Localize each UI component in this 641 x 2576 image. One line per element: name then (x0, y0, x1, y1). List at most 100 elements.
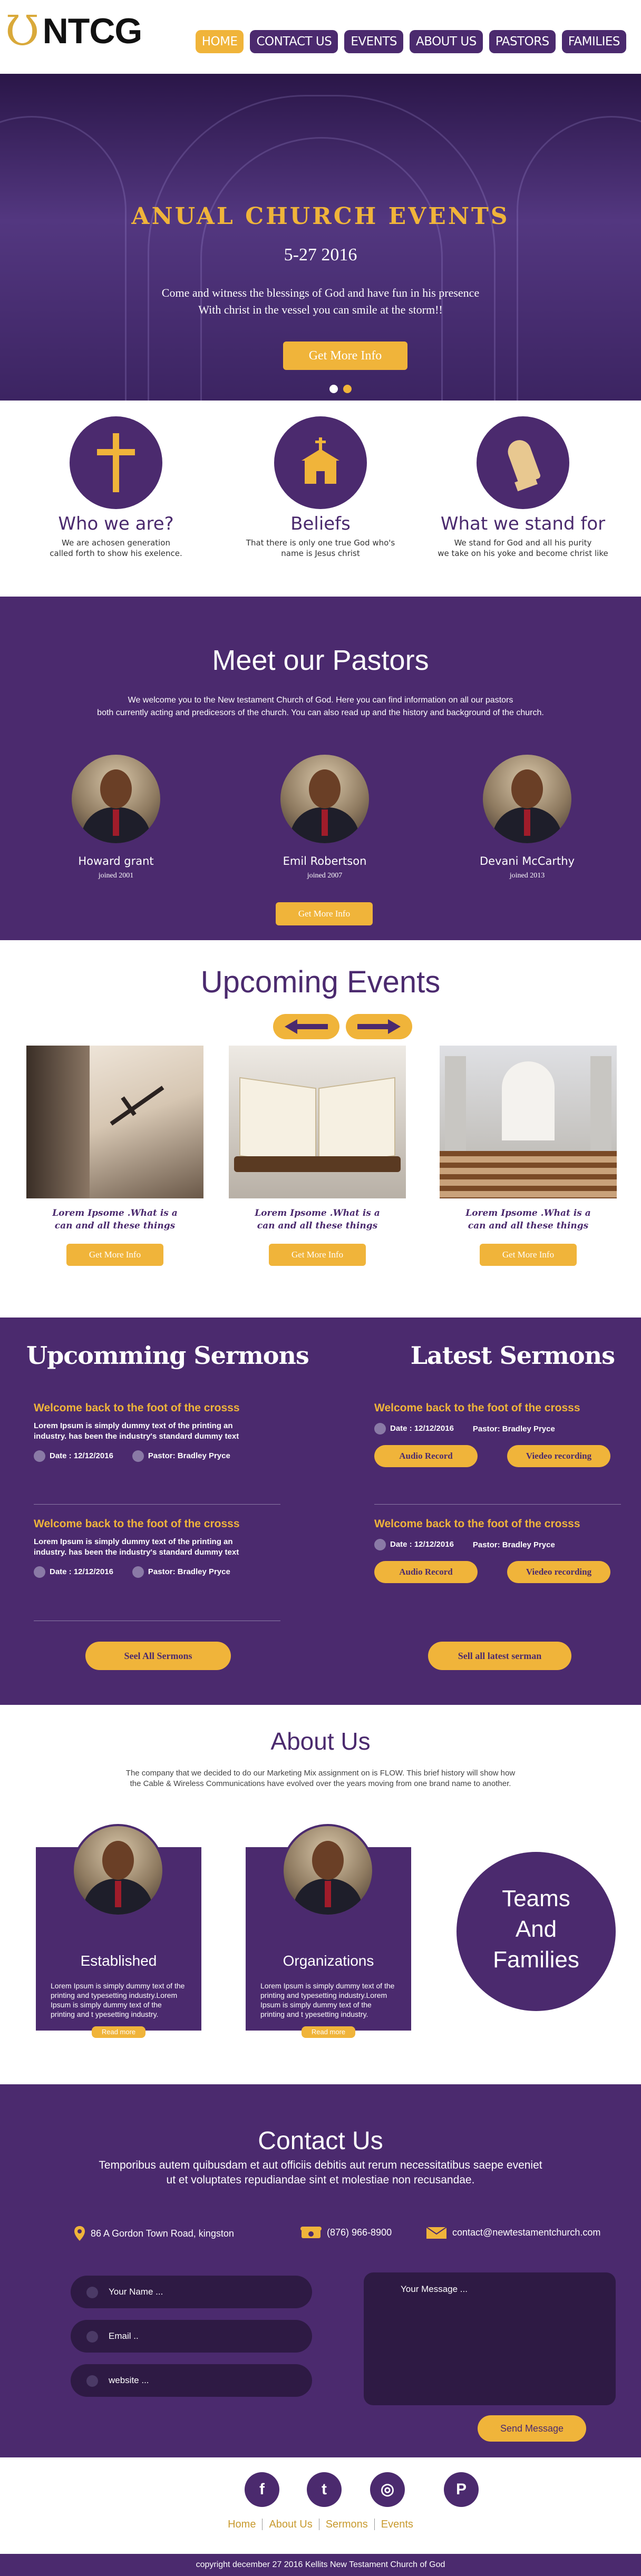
about-card-title: Organizations (283, 1953, 374, 1969)
site-logo[interactable]: Ʊ NTCG (5, 11, 142, 52)
arrow-left-icon (285, 1019, 328, 1034)
slider-dot-active[interactable] (343, 385, 352, 393)
read-more-button[interactable]: Read more (302, 2026, 355, 2038)
pastor-joined: joined 2001 (98, 872, 134, 880)
event-card: Lorem Ipsome .What is a can and all these… (440, 1046, 617, 1266)
contact-section: Contact Us Temporibus autem quibusdam et… (0, 2084, 641, 2457)
event-get-info-button[interactable]: Get More Info (269, 1244, 366, 1266)
slider-dot[interactable] (329, 385, 338, 393)
pastor-photo (72, 755, 160, 843)
next-arrow-button[interactable] (346, 1014, 412, 1039)
send-message-button[interactable]: Send Message (478, 2415, 586, 2442)
footer-link-sermons[interactable]: Sermons (318, 2519, 374, 2530)
nav-families[interactable]: FAMILIES (561, 30, 626, 53)
facebook-icon[interactable]: f (245, 2472, 279, 2507)
instagram-icon[interactable]: ◎ (370, 2472, 405, 2507)
video-recording-button[interactable]: Viedeo recording (507, 1561, 610, 1583)
pastor-name: Emil Robertson (283, 855, 367, 867)
audio-record-button[interactable]: Audio Record (374, 1445, 478, 1467)
sermon-title[interactable]: Welcome back to the foot of the crosss (374, 1518, 622, 1530)
email-field[interactable]: Email .. (71, 2320, 312, 2353)
sermon-pastor: Pastor: Bradley Pryce (472, 1424, 555, 1433)
church-icon (274, 416, 367, 509)
nav-contact-us[interactable]: CONTACT US (250, 30, 338, 53)
envelope-icon (86, 2330, 98, 2343)
divider (374, 1504, 621, 1505)
upcoming-sermon: Welcome back to the foot of the crosss L… (34, 1518, 281, 1578)
about-card-established: Established Lorem Ipsum is simply dummy … (36, 1824, 201, 2038)
pastor-joined: joined 2013 (509, 872, 545, 880)
video-recording-button[interactable]: Viedeo recording (507, 1445, 610, 1467)
footer-link-about[interactable]: About Us (262, 2519, 319, 2530)
globe-icon (34, 1566, 45, 1578)
contact-intro: Temporibus autem quibusdam et aut offici… (99, 2159, 542, 2186)
sermon-date: Date : 12/12/2016 (50, 1451, 113, 1460)
features-section: Who we are? We are achosen generation cal… (0, 401, 641, 597)
about-card-text: Lorem Ipsum is simply dummy text of the … (51, 1982, 185, 2018)
person-icon (132, 1450, 144, 1462)
event-get-info-button[interactable]: Get More Info (480, 1244, 577, 1266)
sermon-date: Date : 12/12/2016 (390, 1423, 454, 1433)
pastor-card: Howard grant joined 2001 (58, 755, 174, 880)
site-header: Ʊ NTCG HOME CONTACT US EVENTS ABOUT US P… (0, 0, 641, 74)
pastor-name: Howard grant (78, 855, 154, 867)
event-image-crucifix[interactable] (26, 1046, 203, 1198)
event-image-sanctuary[interactable] (440, 1046, 617, 1198)
event-title: Lorem Ipsome .What is a can and all these… (465, 1208, 591, 1231)
pastors-section: Meet our Pastors We welcome you to the N… (0, 597, 641, 940)
pinterest-icon[interactable]: P (444, 2472, 479, 2507)
nav-events[interactable]: EVENTS (344, 30, 403, 53)
about-card-title: Established (80, 1953, 157, 1969)
hero-get-info-button[interactable]: Get More Info (283, 341, 407, 370)
pastor-name: Devani McCarthy (479, 855, 575, 867)
prev-arrow-button[interactable] (273, 1014, 339, 1039)
feature-title: Who we are? (58, 513, 174, 534)
contact-email[interactable]: contact@newtestamentchurch.com (426, 2226, 600, 2239)
sermon-title[interactable]: Welcome back to the foot of the crosss (34, 1402, 281, 1414)
about-photo (72, 1824, 164, 1917)
footer-link-home[interactable]: Home (221, 2519, 262, 2530)
divider (34, 1504, 280, 1505)
nav-about-us[interactable]: ABOUT US (409, 30, 483, 53)
hero-line: Come and witness the blessings of God an… (161, 286, 480, 299)
sermon-date: Date : 12/12/2016 (390, 1539, 454, 1549)
upcoming-sermons-title: Upcomming Sermons (26, 1341, 309, 1370)
logo-text: NTCG (42, 11, 143, 51)
footer-link-events[interactable]: Events (374, 2519, 420, 2530)
feature-text: We are achosen generation called forth to… (50, 538, 182, 558)
event-card: Lorem Ipsome .What is a can and all these… (229, 1046, 406, 1266)
see-all-sermons-button[interactable]: Seel All Sermons (85, 1642, 231, 1670)
logo-mark-icon: Ʊ (5, 7, 40, 55)
teams-and-families-circle[interactable]: Teams And Families (457, 1852, 616, 2011)
nav-pastors[interactable]: PASTORS (489, 30, 556, 53)
event-get-info-button[interactable]: Get More Info (66, 1244, 163, 1266)
website-field[interactable]: website ... (71, 2364, 312, 2397)
audio-record-button[interactable]: Audio Record (374, 1561, 478, 1583)
feature-what-we-stand-for: What we stand for We stand for God and a… (433, 416, 613, 559)
about-intro: The company that we decided to do our Ma… (125, 1769, 516, 1788)
pastor-joined: joined 2007 (307, 872, 343, 880)
footer-links: Home About Us Sermons Events (0, 2519, 641, 2531)
twitter-icon[interactable]: t (307, 2472, 342, 2507)
pastors-intro: We welcome you to the New testament Chur… (97, 696, 544, 717)
sermon-meta: Date : 12/12/2016 Pastor: Bradley Pryce (34, 1450, 281, 1462)
section-title: Meet our Pastors (212, 645, 429, 676)
name-field[interactable]: Your Name ... (71, 2276, 312, 2308)
pastors-get-info-button[interactable]: Get More Info (276, 902, 373, 925)
latest-sermon: Welcome back to the foot of the crosss D… (374, 1518, 622, 1583)
see-latest-sermons-button[interactable]: Sell all latest serman (428, 1642, 571, 1670)
read-more-button[interactable]: Read more (92, 2026, 145, 2038)
globe-icon (374, 1423, 386, 1435)
about-section: About Us The company that we decided to … (0, 1705, 641, 2084)
sermon-title[interactable]: Welcome back to the foot of the crosss (34, 1518, 281, 1530)
event-image-bible[interactable] (229, 1046, 406, 1198)
sermon-pastor: Pastor: Bradley Pryce (148, 1567, 230, 1576)
feature-title: Beliefs (290, 513, 351, 534)
user-icon (86, 2286, 98, 2298)
message-field[interactable]: Your Message ... (364, 2272, 616, 2405)
event-title: Lorem Ipsome .What is a can and all these… (255, 1208, 380, 1231)
nav-home[interactable]: HOME (195, 30, 244, 53)
sermon-date: Date : 12/12/2016 (50, 1567, 113, 1576)
sermon-title[interactable]: Welcome back to the foot of the crosss (374, 1402, 622, 1414)
arrow-right-icon (357, 1019, 401, 1034)
